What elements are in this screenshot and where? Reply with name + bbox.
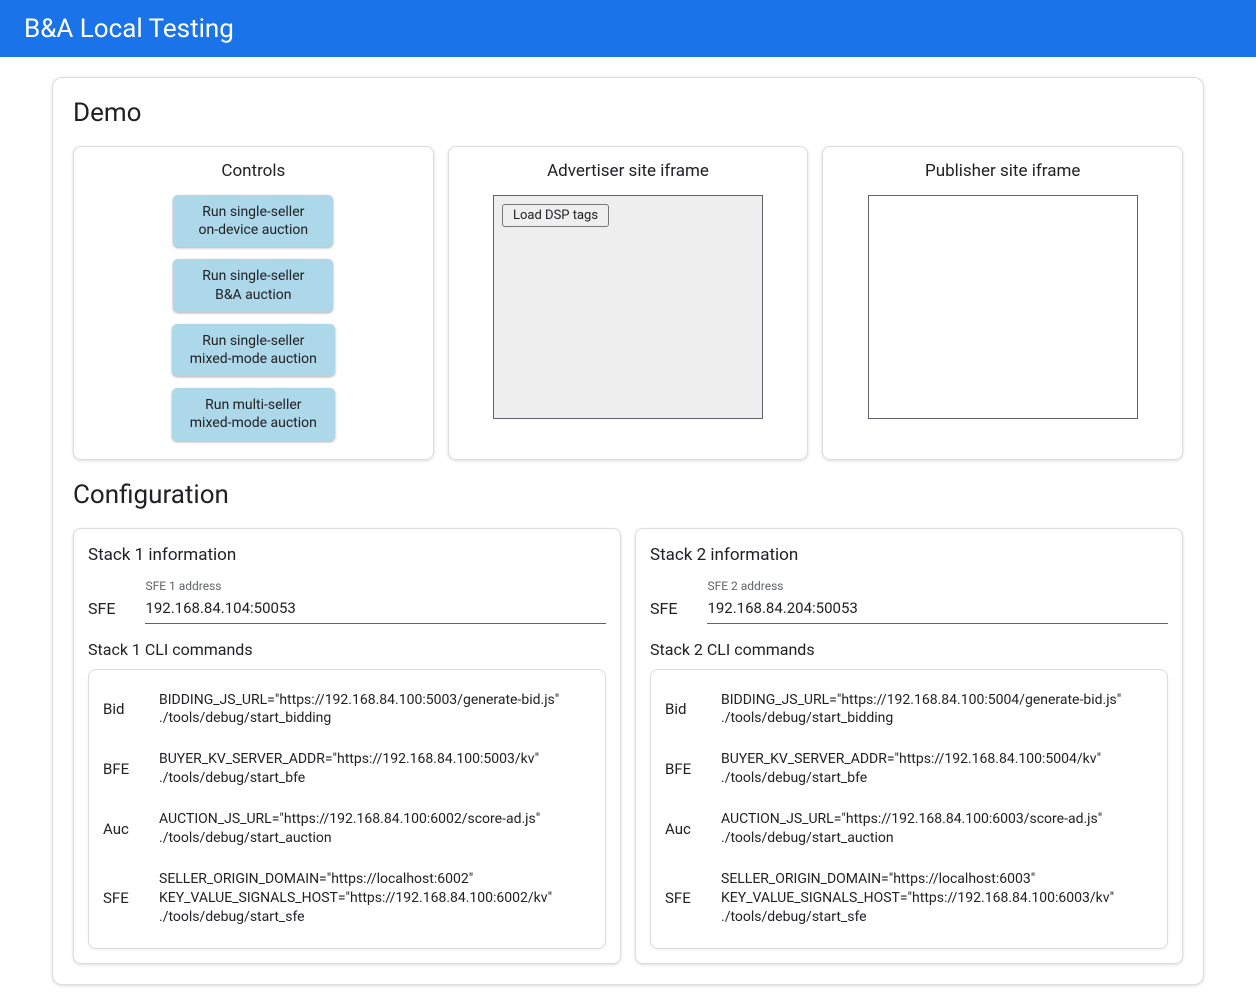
stack-1-sfe-row: SFE SFE 1 address — [88, 579, 606, 624]
cli-key: Auc — [103, 820, 137, 838]
config-row: Stack 1 information SFE SFE 1 address St… — [73, 528, 1183, 964]
run-single-seller-ba-button[interactable]: Run single-seller B&A auction — [173, 259, 333, 311]
cli-key: BFE — [103, 760, 137, 778]
stack-1-cli-sfe: SFE SELLER_ORIGIN_DOMAIN="https://localh… — [103, 859, 591, 938]
sfe-1-address-input[interactable] — [145, 595, 606, 624]
publisher-title: Publisher site iframe — [837, 161, 1168, 181]
publisher-iframe[interactable] — [868, 195, 1138, 419]
stack-2-sfe-row: SFE SFE 2 address — [650, 579, 1168, 624]
cli-key: BFE — [665, 760, 699, 778]
cli-key: SFE — [103, 889, 137, 907]
advertiser-title: Advertiser site iframe — [463, 161, 794, 181]
app-header: B&A Local Testing — [0, 0, 1256, 57]
demo-title: Demo — [73, 98, 1183, 128]
cli-val: BUYER_KV_SERVER_ADDR="https://192.168.84… — [721, 750, 1101, 788]
stack-1-info-title: Stack 1 information — [88, 545, 606, 565]
cli-val: AUCTION_JS_URL="https://192.168.84.100:6… — [159, 810, 540, 848]
main-content: Demo Controls Run single-seller on-devic… — [0, 57, 1256, 1005]
controls-list: Run single-seller on-device auction Run … — [88, 195, 419, 441]
stack-1-card: Stack 1 information SFE SFE 1 address St… — [73, 528, 621, 964]
advertiser-panel: Advertiser site iframe Load DSP tags — [448, 146, 809, 460]
advertiser-iframe[interactable]: Load DSP tags — [493, 195, 763, 419]
stack-1-cli-title: Stack 1 CLI commands — [88, 640, 606, 659]
stack-1-cli-bid: Bid BIDDING_JS_URL="https://192.168.84.1… — [103, 680, 591, 740]
cli-val: SELLER_ORIGIN_DOMAIN="https://localhost:… — [721, 870, 1114, 927]
controls-title: Controls — [88, 161, 419, 181]
stack-2-info-title: Stack 2 information — [650, 545, 1168, 565]
cli-val: SELLER_ORIGIN_DOMAIN="https://localhost:… — [159, 870, 552, 927]
cli-val: AUCTION_JS_URL="https://192.168.84.100:6… — [721, 810, 1102, 848]
publisher-panel: Publisher site iframe — [822, 146, 1183, 460]
config-title: Configuration — [73, 480, 1183, 510]
cli-key: Auc — [665, 820, 699, 838]
stack-2-cli-bfe: BFE BUYER_KV_SERVER_ADDR="https://192.16… — [665, 739, 1153, 799]
main-card: Demo Controls Run single-seller on-devic… — [52, 77, 1204, 985]
stack-1-addr-label: SFE 1 address — [145, 579, 606, 593]
stack-2-cli-auc: Auc AUCTION_JS_URL="https://192.168.84.1… — [665, 799, 1153, 859]
load-dsp-tags-button[interactable]: Load DSP tags — [502, 204, 609, 227]
run-multi-seller-mixed-button[interactable]: Run multi-seller mixed-mode auction — [172, 388, 335, 440]
run-single-seller-ondevice-button[interactable]: Run single-seller on-device auction — [173, 195, 333, 247]
cli-val: BUYER_KV_SERVER_ADDR="https://192.168.84… — [159, 750, 539, 788]
stack-2-card: Stack 2 information SFE SFE 2 address St… — [635, 528, 1183, 964]
app-title: B&A Local Testing — [24, 14, 234, 44]
cli-key: SFE — [665, 889, 699, 907]
stack-1-cli-box: Bid BIDDING_JS_URL="https://192.168.84.1… — [88, 669, 606, 949]
stack-2-cli-box: Bid BIDDING_JS_URL="https://192.168.84.1… — [650, 669, 1168, 949]
cli-key: Bid — [103, 700, 137, 718]
stack-1-sfe-label: SFE — [88, 599, 115, 624]
stack-2-addr-label: SFE 2 address — [707, 579, 1168, 593]
sfe-2-address-input[interactable] — [707, 595, 1168, 624]
stack-1-cli-bfe: BFE BUYER_KV_SERVER_ADDR="https://192.16… — [103, 739, 591, 799]
controls-panel: Controls Run single-seller on-device auc… — [73, 146, 434, 460]
stack-2-cli-title: Stack 2 CLI commands — [650, 640, 1168, 659]
stack-2-cli-bid: Bid BIDDING_JS_URL="https://192.168.84.1… — [665, 680, 1153, 740]
demo-row: Controls Run single-seller on-device auc… — [73, 146, 1183, 460]
cli-val: BIDDING_JS_URL="https://192.168.84.100:5… — [721, 691, 1121, 729]
cli-val: BIDDING_JS_URL="https://192.168.84.100:5… — [159, 691, 559, 729]
stack-2-sfe-label: SFE — [650, 599, 677, 624]
stack-1-addr-field: SFE 1 address — [145, 579, 606, 624]
run-single-seller-mixed-button[interactable]: Run single-seller mixed-mode auction — [172, 324, 335, 376]
stack-2-addr-field: SFE 2 address — [707, 579, 1168, 624]
stack-1-cli-auc: Auc AUCTION_JS_URL="https://192.168.84.1… — [103, 799, 591, 859]
cli-key: Bid — [665, 700, 699, 718]
stack-2-cli-sfe: SFE SELLER_ORIGIN_DOMAIN="https://localh… — [665, 859, 1153, 938]
